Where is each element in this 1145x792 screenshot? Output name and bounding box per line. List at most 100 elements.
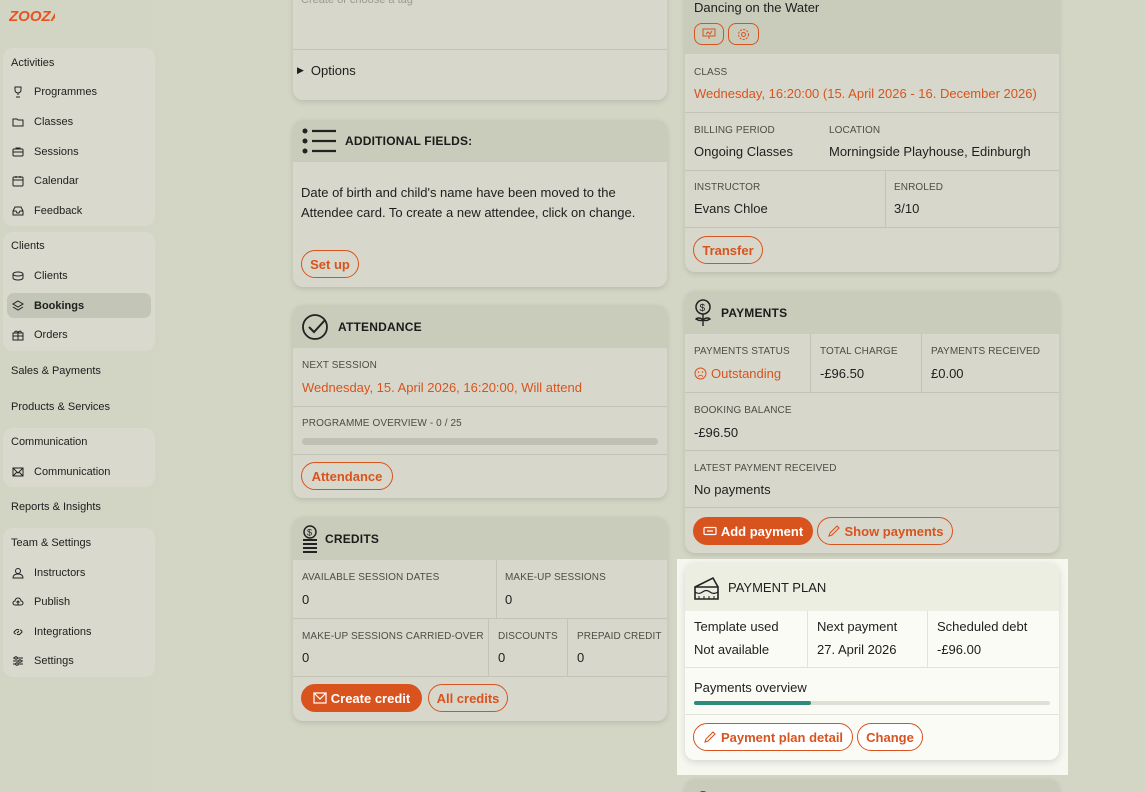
card-header: PAYMENT PLAN [685,563,1059,611]
makeup-sessions-label: MAKE-UP SESSIONS [505,572,606,583]
sidebar-item-reports-insights[interactable]: Reports & Insights [11,501,101,513]
divider [685,714,1059,715]
options-toggle[interactable]: ▶ Options [297,63,356,78]
enroled-value: 3/10 [894,201,920,216]
class-name[interactable]: Dancing on the Water [694,0,819,15]
coins-icon [12,270,24,282]
sidebar-item-sales-payments[interactable]: Sales & Payments [11,365,101,377]
divider [685,667,1059,668]
divider [496,560,497,618]
attendance-button[interactable]: Attendance [301,462,393,490]
billing-period-value: Ongoing Classes [694,144,793,159]
create-credit-button[interactable]: Create credit [301,684,422,712]
transfer-button[interactable]: Transfer [693,236,763,264]
sidebar-item-label: Communication [34,465,111,478]
divider [885,171,886,228]
trophy-icon [12,86,24,98]
caret-right-icon: ▶ [297,65,304,75]
payments-card: $ PAYMENTS PAYMENTS STATUS Outstanding T… [685,291,1059,553]
sidebar-item-feedback[interactable]: Feedback [7,198,151,223]
pencil-icon [704,731,716,743]
sidebar-item-clients[interactable]: Clients [7,263,151,288]
sidebar-item-publish[interactable]: Publish [7,589,151,614]
billing-location-row: BILLING PERIOD Ongoing Classes LOCATION … [685,112,1059,170]
sidebar-item-settings[interactable]: Settings [7,648,151,673]
sad-face-icon [694,367,707,380]
nav-group-title: Clients [11,240,45,252]
class-schedule-value[interactable]: Wednesday, 16:20:00 (15. April 2026 - 16… [694,86,1037,101]
enroled-label: ENROLED [894,182,944,193]
discounts-label: DISCOUNTS [498,631,558,642]
payment-plan-detail-button[interactable]: Payment plan detail [693,723,853,751]
next-payment-label: Next payment [817,619,898,634]
prepaid-credit-value: 0 [577,650,585,665]
tags-card: Create or choose a tag ▶ Options [293,0,667,100]
zooza-logo[interactable]: ZOOZA [9,6,55,26]
sidebar-item-label: Settings [34,654,74,667]
sidebar-item-label: Feedback [34,204,83,217]
sidebar-item-programmes[interactable]: Programmes [7,79,151,104]
sidebar-item-label: Integrations [34,625,92,638]
options-label: Options [310,63,356,78]
sidebar-item-communication[interactable]: Communication [7,459,151,484]
next-session-value[interactable]: Wednesday, 15. April 2026, 16:20:00, Wil… [302,380,582,395]
sidebar-item-calendar[interactable]: Calendar [7,168,151,193]
card-title: ADDITIONAL FIELDS: [345,134,473,148]
divider [810,334,811,392]
sidebar-item-label: Orders [34,328,68,341]
sidebar-item-bookings[interactable]: Bookings [7,293,151,318]
sidebar-item-label: Publish [34,595,71,608]
sidebar: ZOOZA Activities Programmes Classes Sess… [0,0,159,792]
add-payment-button[interactable]: Add payment [693,517,813,545]
show-payments-button[interactable]: Show payments [817,517,953,545]
calendar-icon [12,175,24,187]
sliders-icon [12,655,24,667]
sidebar-item-instructors[interactable]: Instructors [7,560,151,585]
programme-overview-label: PROGRAMME OVERVIEW - 0 / 25 [302,418,462,429]
layers-icon [12,299,24,312]
scheduled-debt-value: -£96.00 [937,642,982,657]
instructor-value: Evans Chloe [694,201,768,216]
button-label: Show payments [844,523,944,539]
sidebar-item-classes[interactable]: Classes [7,109,151,134]
set-up-button[interactable]: Set up [301,250,359,278]
card-header: ATTENDANCE [293,305,667,348]
tag-input[interactable]: Create or choose a tag [301,0,659,14]
ticket-icon [703,526,717,536]
svg-text:$: $ [307,527,312,537]
available-session-dates-label: AVAILABLE SESSION DATES [302,572,440,583]
sidebar-item-label: Instructors [34,566,86,579]
discounts-value: 0 [498,650,506,665]
inbox-icon [12,205,24,217]
divider [927,611,928,668]
presentation-icon[interactable] [694,23,724,45]
all-credits-button[interactable]: All credits [428,684,508,712]
booking-balance-label: BOOKING BALANCE [694,405,792,416]
class-card: Dancing on the Water CLASS Wednesday, 16… [685,0,1059,272]
divider [921,334,922,392]
sidebar-item-integrations[interactable]: Integrations [7,619,151,644]
sidebar-item-label: Sessions [34,145,79,158]
coin-stack-icon: $ [303,524,317,553]
latest-payment-value: No payments [694,482,771,497]
sidebar-item-sessions[interactable]: Sessions [7,139,151,164]
payments-overview-fill [694,701,812,705]
cake-icon [694,576,719,600]
payments-overview-label: Payments overview [694,680,807,695]
svg-text:$: $ [700,303,706,314]
card-header [685,779,1059,792]
cloud-upload-icon [12,596,24,608]
payments-overview-bar [694,701,1050,705]
settings-icon[interactable] [728,23,759,45]
nav-group-title: Communication [11,436,88,448]
instructor-label: INSTRUCTOR [694,182,761,193]
sidebar-item-orders[interactable]: Orders [7,322,151,347]
programme-overview-row: PROGRAMME OVERVIEW - 0 / 25 [293,406,667,454]
sidebar-item-products-services[interactable]: Products & Services [11,401,110,413]
instructor-row: INSTRUCTOR Evans Chloe ENROLED 3/10 [685,170,1059,228]
programme-progress-bar [302,438,658,445]
change-button[interactable]: Change [857,723,923,751]
payment-plan-card: PAYMENT PLAN Template used Not available… [685,563,1059,760]
user-icon [12,567,24,579]
link-icon [12,626,24,638]
